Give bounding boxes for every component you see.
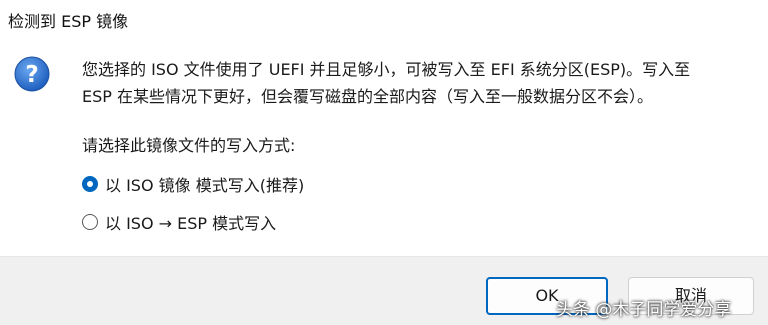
radio-selected-icon[interactable] (82, 176, 98, 192)
option-iso-mode-label: 以 ISO 镜像 模式写入(推荐) (105, 176, 305, 195)
title-bar: 检测到 ESP 镜像 (0, 0, 768, 38)
question-icon: ? (14, 56, 50, 92)
message-line-2: ESP 在某些情况下更好，但会覆写磁盘的全部内容（写入至一般数据分区不会）。 (82, 87, 654, 106)
watermark-text: 头条 @木子同学爱分享 (556, 300, 732, 320)
message-line-1: 您选择的 ISO 文件使用了 UEFI 并且足够小，可被写入至 EFI 系统分区… (82, 60, 691, 79)
option-iso-esp-mode[interactable]: 以 ISO → ESP 模式写入 (82, 210, 276, 234)
option-iso-esp-mode-label: 以 ISO → ESP 模式写入 (105, 214, 277, 233)
dialog-content: ? 您选择的 ISO 文件使用了 UEFI 并且足够小，可被写入至 EFI 系统… (0, 38, 768, 256)
window-title: 检测到 ESP 镜像 (8, 12, 129, 31)
radio-unselected-icon[interactable] (82, 214, 98, 230)
message-text: 您选择的 ISO 文件使用了 UEFI 并且足够小，可被写入至 EFI 系统分区… (82, 56, 752, 110)
write-mode-question: 请选择此镜像文件的写入方式: (82, 136, 296, 155)
svg-text:?: ? (25, 62, 38, 88)
option-iso-mode[interactable]: 以 ISO 镜像 模式写入(推荐) (82, 172, 304, 196)
button-bar: OK 取消 头条 @木子同学爱分享 (0, 256, 768, 325)
